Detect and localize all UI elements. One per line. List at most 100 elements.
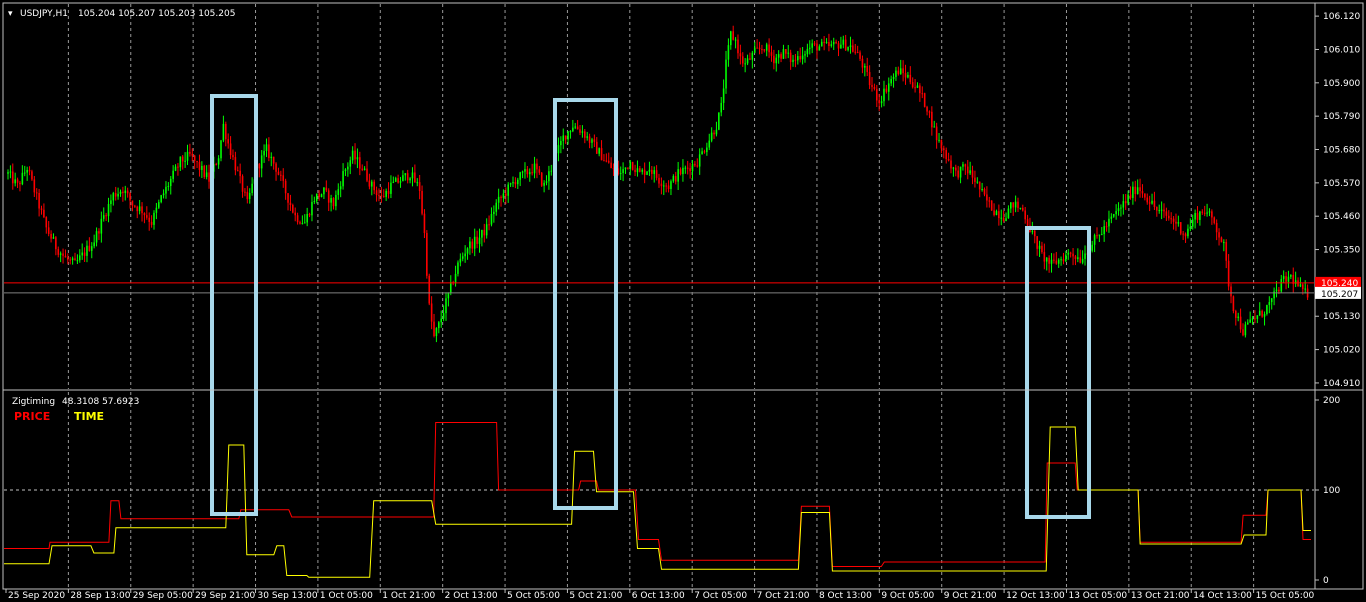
- time-label: 8 Oct 13:00: [819, 591, 872, 601]
- candle-body: [782, 49, 785, 59]
- candle-body: [287, 193, 289, 203]
- candle-body: [117, 193, 119, 197]
- candle-body: [40, 208, 43, 210]
- candle-body: [1067, 252, 1070, 255]
- candle-body: [954, 167, 957, 171]
- candle-body: [248, 193, 251, 200]
- candle-body: [701, 151, 703, 155]
- candle-body: [873, 86, 876, 89]
- candle-body: [227, 139, 229, 144]
- candle-body: [1122, 201, 1125, 208]
- candle-body: [165, 186, 167, 194]
- trading-chart[interactable]: 25 Sep 2020 28 Sep 13:00 29 Sep 05:00 29 Se…: [0, 0, 1366, 602]
- candle-body: [81, 252, 83, 256]
- candle-body: [947, 158, 950, 161]
- candle-body: [294, 212, 297, 216]
- candle-body: [914, 87, 916, 89]
- candle-body: [1230, 286, 1232, 297]
- candle-body: [521, 171, 524, 173]
- candle-body: [220, 140, 222, 159]
- candle-body: [1031, 230, 1034, 233]
- candle-body: [531, 172, 533, 174]
- candle-body: [811, 43, 813, 48]
- indicator-values: 48.3108 57.6923: [62, 397, 139, 407]
- candle-body: [277, 171, 280, 175]
- candle-body: [1273, 291, 1275, 299]
- candle-body: [246, 191, 249, 200]
- candle-body: [394, 178, 397, 182]
- candle-body: [1297, 280, 1299, 287]
- candle-body: [1045, 257, 1048, 262]
- candle-body: [95, 231, 98, 243]
- candle-body: [1290, 275, 1292, 277]
- candle-body: [1179, 222, 1182, 234]
- candle-body: [646, 171, 648, 175]
- candle-body: [1235, 311, 1237, 318]
- price-label: 105.790: [1323, 112, 1360, 122]
- candle-body: [658, 177, 660, 184]
- candle-body: [1280, 278, 1283, 292]
- candle-body: [67, 257, 69, 260]
- candle-body: [981, 189, 983, 191]
- candle-body: [605, 160, 608, 162]
- candle-body: [780, 54, 782, 59]
- candle-body: [1093, 235, 1096, 245]
- candle-body: [1148, 202, 1151, 204]
- candle-body: [100, 218, 103, 234]
- candle-body: [1191, 219, 1194, 227]
- candle-body: [469, 241, 471, 249]
- candle-body: [1211, 211, 1213, 218]
- candle-body: [746, 58, 749, 64]
- candle-body: [526, 169, 529, 175]
- candle-body: [143, 213, 146, 216]
- chart-menu-icon[interactable]: ▾: [8, 9, 13, 19]
- candle-body: [682, 167, 684, 175]
- candle-body: [1285, 276, 1287, 282]
- candle-body: [1002, 217, 1005, 222]
- candle-body: [672, 176, 675, 182]
- candle-body: [222, 123, 225, 141]
- candle-body: [105, 215, 107, 217]
- candle-body: [1215, 222, 1218, 233]
- price-label: 105.570: [1323, 179, 1360, 189]
- candle-body: [1055, 260, 1058, 264]
- candle-body: [643, 169, 646, 175]
- candle-body: [428, 275, 431, 304]
- candle-body: [512, 182, 514, 184]
- candle-body: [622, 169, 624, 174]
- candle-body: [299, 222, 301, 224]
- candle-body: [572, 127, 574, 132]
- candle-body: [411, 172, 414, 179]
- candle-body: [715, 129, 718, 135]
- indicator-tick-label: 100: [1323, 486, 1340, 496]
- candle-body: [785, 49, 787, 54]
- candle-body: [560, 141, 562, 146]
- candle-body: [325, 187, 328, 191]
- candle-body: [1223, 242, 1225, 244]
- candle-body: [79, 255, 81, 261]
- legend-price: PRICE: [14, 410, 50, 423]
- candle-body: [157, 202, 160, 208]
- candle-body: [172, 170, 174, 179]
- candle-body: [1165, 211, 1168, 216]
- candle-body: [787, 52, 790, 54]
- candle-body: [342, 171, 344, 187]
- candle-body: [945, 149, 948, 159]
- candle-body: [1129, 194, 1132, 198]
- candle-body: [806, 48, 809, 55]
- candle-body: [270, 156, 273, 158]
- candle-body: [1282, 276, 1285, 279]
- candle-body: [1167, 215, 1170, 219]
- candle-body: [442, 313, 445, 319]
- candle-body: [1184, 233, 1187, 237]
- candle-body: [473, 236, 476, 249]
- candle-body: [730, 31, 732, 46]
- candle-body: [1134, 186, 1137, 194]
- candle-body: [1065, 254, 1067, 262]
- candle-body: [311, 201, 313, 216]
- candle-body: [859, 52, 861, 59]
- candle-body: [698, 154, 701, 167]
- candle-body: [1024, 210, 1026, 220]
- candle-body: [505, 193, 507, 196]
- candle-body: [71, 258, 74, 260]
